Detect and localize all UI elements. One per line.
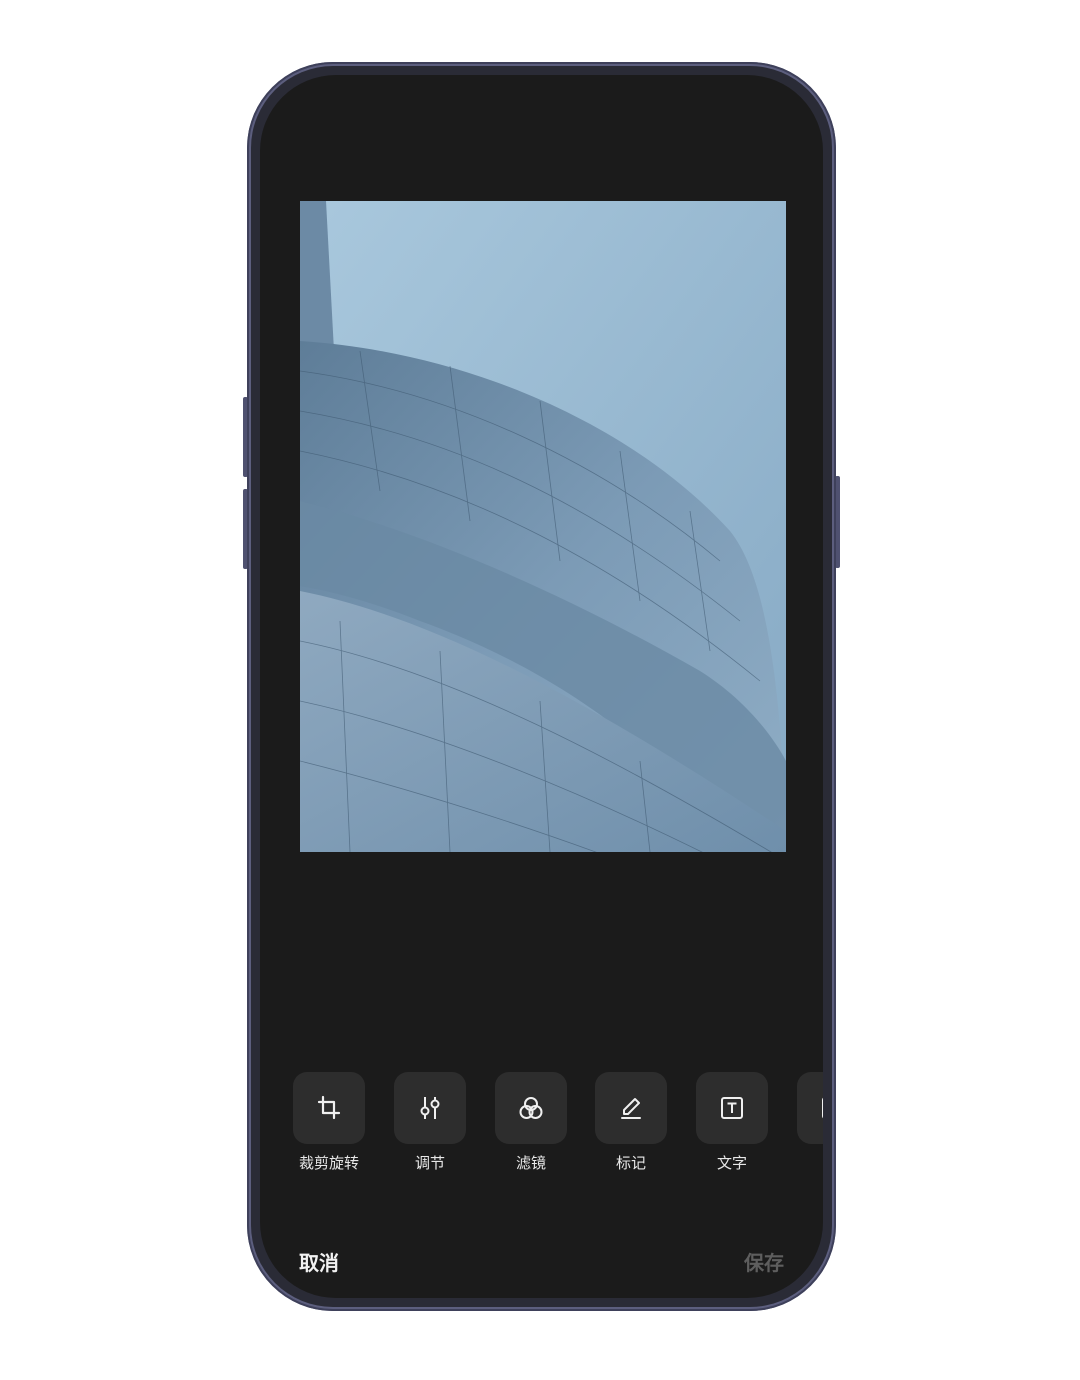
tool-mark-label: 标记: [615, 1154, 646, 1172]
text-box-icon: [721, 1097, 743, 1119]
tool-filter-label: 滤镜: [515, 1154, 546, 1172]
tool-text-button[interactable]: [696, 1072, 768, 1144]
phone-bezel: 裁剪旋转 调节 滤镜 标记 文字 取消 保存: [251, 66, 832, 1307]
tool-adjust[interactable]: 调节: [394, 1072, 466, 1173]
edit-toolbar: 裁剪旋转 调节 滤镜 标记 文字: [293, 1072, 823, 1182]
photo-preview[interactable]: [300, 201, 786, 852]
adjust-sliders-icon: [420, 1097, 440, 1119]
mosaic-icon: [822, 1097, 823, 1119]
save-button[interactable]: 保存: [744, 1247, 784, 1276]
tool-adjust-label: 调节: [414, 1154, 445, 1172]
tool-filter[interactable]: 滤镜: [495, 1072, 567, 1173]
tool-mosaic-label: 马: [783, 1152, 823, 1173]
crop-rotate-icon: [317, 1095, 341, 1120]
tool-text[interactable]: 文字: [696, 1072, 768, 1173]
phone-screen: 裁剪旋转 调节 滤镜 标记 文字 取消 保存: [260, 75, 823, 1298]
tool-filter-button[interactable]: [495, 1072, 567, 1144]
architecture-photo: [300, 201, 786, 852]
tool-crop-rotate-button[interactable]: [293, 1072, 365, 1144]
pen-mark-icon: [621, 1098, 641, 1119]
filter-circles-icon: [519, 1097, 543, 1119]
page: 裁剪旋转 调节 滤镜 标记 文字 取消 保存: [0, 0, 1080, 1380]
tool-crop-rotate-label: 裁剪旋转: [298, 1154, 359, 1172]
tool-mosaic[interactable]: 马: [797, 1072, 823, 1173]
tool-text-label: 文字: [716, 1154, 747, 1172]
tool-mark[interactable]: 标记: [595, 1072, 667, 1173]
cancel-button[interactable]: 取消: [299, 1247, 339, 1276]
tool-mosaic-button[interactable]: [797, 1072, 823, 1144]
phone-frame: 裁剪旋转 调节 滤镜 标记 文字 取消 保存: [247, 62, 836, 1311]
tool-mark-button[interactable]: [595, 1072, 667, 1144]
tool-adjust-button[interactable]: [394, 1072, 466, 1144]
tool-crop-rotate[interactable]: 裁剪旋转: [293, 1072, 365, 1173]
